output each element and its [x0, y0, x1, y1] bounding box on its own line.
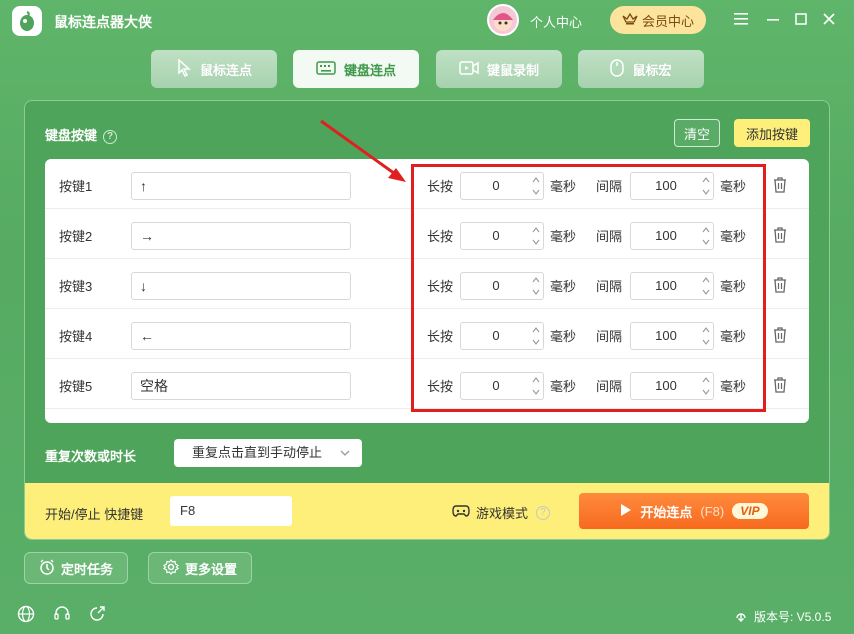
version-info[interactable]: 版本号: V5.0.5 — [733, 607, 831, 626]
key-row-label: 按键4 — [59, 329, 93, 344]
vip-badge: VIP — [732, 503, 768, 519]
version-label: 版本号: V5.0.5 — [754, 610, 832, 624]
hotkey-input[interactable]: F8 — [170, 496, 292, 526]
trash-icon[interactable] — [772, 226, 788, 244]
vip-center-button[interactable]: 会员中心 — [610, 6, 706, 34]
add-key-button[interactable]: 添加按键 — [734, 119, 810, 147]
clear-button[interactable]: 清空 — [674, 119, 720, 147]
game-mode-label: 游戏模式 — [476, 506, 529, 521]
vip-center-label: 会员中心 — [641, 13, 694, 29]
title-bar: 鼠标连点器大侠 个人中心 会员中心 — [0, 0, 854, 40]
hotkey-label: 开始/停止 快捷键 — [45, 507, 144, 522]
repeat-select[interactable]: 重复点击直到手动停止 — [174, 439, 362, 467]
app-title: 鼠标连点器大侠 — [54, 14, 152, 30]
tab-keyboard-click[interactable]: 键盘连点 — [293, 50, 419, 88]
highlight-box — [411, 164, 766, 412]
alarm-clock-icon — [39, 558, 55, 578]
timer-task-button[interactable]: 定时任务 — [24, 552, 128, 584]
help-icon[interactable]: ? — [103, 129, 118, 144]
cursor-icon — [176, 57, 192, 80]
key-input[interactable]: ← — [131, 322, 351, 350]
game-mode-toggle[interactable]: 游戏模式 ? — [452, 503, 551, 522]
key-input[interactable]: → — [131, 222, 351, 250]
timer-task-label: 定时任务 — [60, 561, 113, 577]
start-hotkey: (F8) — [700, 503, 725, 519]
keyboard-icon — [316, 60, 336, 79]
panel-title-text: 键盘按键 — [45, 128, 98, 143]
maximize-icon[interactable] — [792, 10, 810, 28]
tab-label: 键盘连点 — [343, 62, 396, 78]
user-center-link[interactable]: 个人中心 — [530, 12, 582, 31]
chevron-down-icon — [340, 439, 350, 477]
more-settings-button[interactable]: 更多设置 — [148, 552, 252, 584]
tab-label: 鼠标连点 — [199, 62, 252, 78]
crown-icon — [622, 12, 638, 29]
minimize-icon[interactable] — [764, 10, 782, 28]
tab-mouse-click[interactable]: 鼠标连点 — [151, 50, 277, 88]
action-bar: 开始/停止 快捷键 F8 游戏模式 ? 开始连点 (F8) VIP — [25, 483, 829, 539]
more-settings-label: 更多设置 — [184, 561, 237, 577]
key-row-label: 按键1 — [59, 179, 93, 194]
panel-title: 键盘按键? — [45, 125, 118, 144]
tab-record[interactable]: 键鼠录制 — [436, 50, 562, 88]
trash-icon[interactable] — [772, 176, 788, 194]
tab-label: 鼠标宏 — [632, 62, 672, 78]
start-label: 开始连点 — [640, 504, 693, 520]
record-icon — [459, 60, 479, 79]
help-icon[interactable]: ? — [536, 505, 551, 520]
play-icon — [620, 503, 632, 520]
mouse-icon — [610, 58, 625, 80]
support-icon[interactable] — [53, 605, 71, 623]
trash-icon[interactable] — [772, 276, 788, 294]
menu-icon[interactable] — [732, 10, 750, 28]
close-icon[interactable] — [820, 10, 838, 28]
gear-icon — [163, 558, 179, 578]
feedback-icon[interactable] — [88, 605, 106, 623]
start-button[interactable]: 开始连点 (F8) VIP — [579, 493, 809, 529]
globe-icon[interactable] — [17, 605, 35, 623]
key-row-label: 按键5 — [59, 379, 93, 394]
key-row-label: 按键2 — [59, 229, 93, 244]
gamepad-icon — [452, 504, 470, 521]
key-row-label: 按键3 — [59, 279, 93, 294]
repeat-label: 重复次数或时长 — [45, 449, 137, 464]
annotation-arrow — [320, 119, 406, 182]
key-input[interactable]: 空格 — [131, 372, 351, 400]
trash-icon[interactable] — [772, 326, 788, 344]
trash-icon[interactable] — [772, 376, 788, 394]
avatar[interactable] — [487, 4, 519, 36]
key-input[interactable]: ↓ — [131, 272, 351, 300]
tab-mouse-macro[interactable]: 鼠标宏 — [578, 50, 704, 88]
tab-label: 键鼠录制 — [486, 62, 539, 78]
app-logo-icon — [12, 6, 42, 36]
update-icon — [733, 607, 749, 626]
repeat-select-value: 重复点击直到手动停止 — [192, 445, 323, 460]
